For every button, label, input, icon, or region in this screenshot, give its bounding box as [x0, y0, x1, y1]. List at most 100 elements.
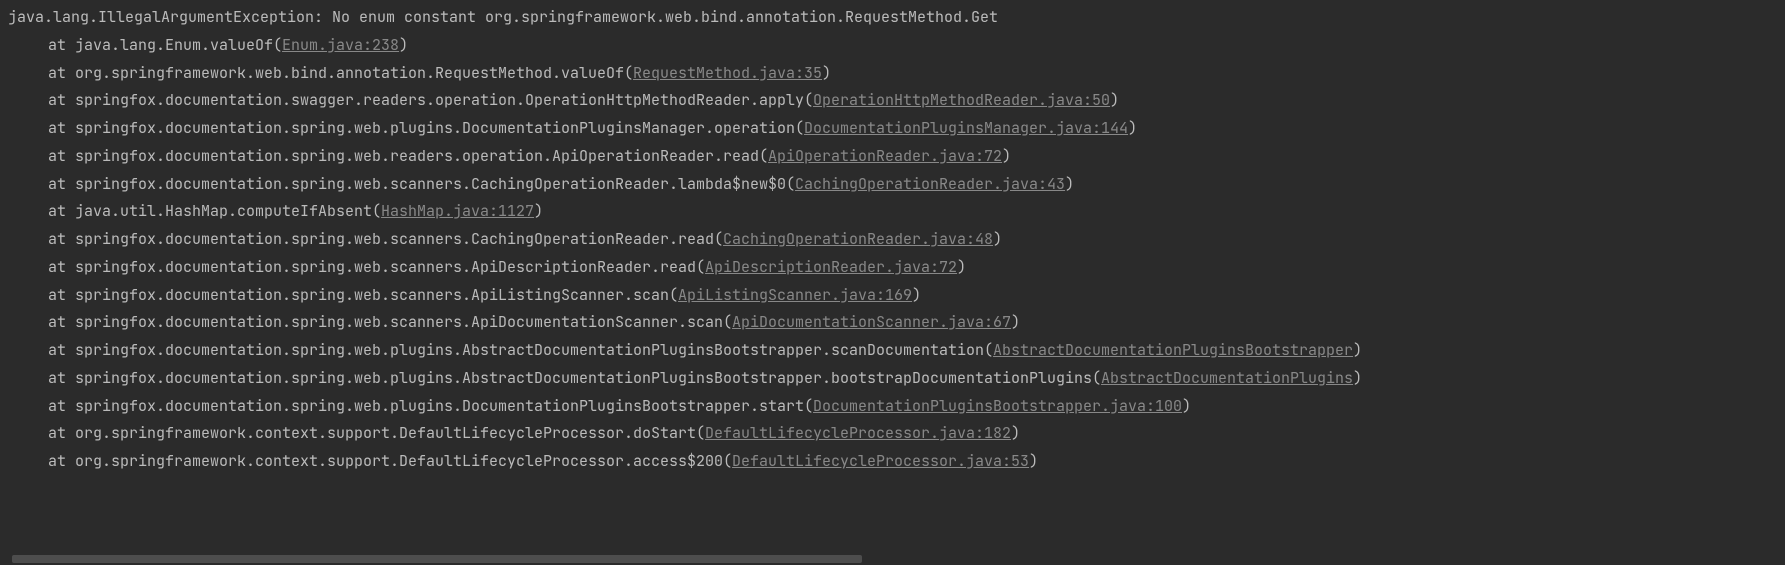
- method-path: springfox.documentation.swagger.readers.…: [75, 90, 804, 110]
- open-paren: (: [804, 90, 813, 110]
- method-path: java.util.HashMap.computeIfAbsent: [75, 201, 372, 221]
- source-link[interactable]: DefaultLifecycleProcessor.java:53: [732, 451, 1029, 471]
- close-paren: ): [957, 257, 966, 277]
- source-link[interactable]: CachingOperationReader.java:48: [723, 229, 993, 249]
- at-keyword: at: [48, 174, 75, 194]
- source-link[interactable]: DefaultLifecycleProcessor.java:182: [705, 423, 1011, 443]
- source-link[interactable]: AbstractDocumentationPlugins: [1101, 368, 1353, 388]
- close-paren: ): [1128, 118, 1137, 138]
- stack-frame: at springfox.documentation.swagger.reade…: [8, 87, 1785, 115]
- method-path: springfox.documentation.spring.web.plugi…: [75, 368, 1092, 388]
- at-keyword: at: [48, 368, 75, 388]
- source-link[interactable]: ApiDocumentationScanner.java:67: [732, 312, 1011, 332]
- source-link[interactable]: ApiOperationReader.java:72: [768, 146, 1002, 166]
- stack-frame: at java.lang.Enum.valueOf(Enum.java:238): [8, 32, 1785, 60]
- at-keyword: at: [48, 285, 75, 305]
- at-keyword: at: [48, 63, 75, 83]
- source-link[interactable]: CachingOperationReader.java:43: [795, 174, 1065, 194]
- stack-frames: at java.lang.Enum.valueOf(Enum.java:238)…: [8, 32, 1785, 476]
- stack-frame: at springfox.documentation.spring.web.pl…: [8, 115, 1785, 143]
- at-keyword: at: [48, 118, 75, 138]
- method-path: springfox.documentation.spring.web.scann…: [75, 229, 714, 249]
- close-paren: ): [1065, 174, 1074, 194]
- close-paren: ): [399, 35, 408, 55]
- exception-message: java.lang.IllegalArgumentException: No e…: [8, 4, 1785, 32]
- stack-frame: at springfox.documentation.spring.web.pl…: [8, 337, 1785, 365]
- open-paren: (: [795, 118, 804, 138]
- stack-frame: at springfox.documentation.spring.web.pl…: [8, 393, 1785, 421]
- stack-frame: at springfox.documentation.spring.web.sc…: [8, 309, 1785, 337]
- at-keyword: at: [48, 90, 75, 110]
- method-path: springfox.documentation.spring.web.plugi…: [75, 396, 804, 416]
- method-path: springfox.documentation.spring.web.plugi…: [75, 118, 795, 138]
- source-link[interactable]: AbstractDocumentationPluginsBootstrapper: [993, 340, 1353, 360]
- at-keyword: at: [48, 201, 75, 221]
- close-paren: ): [1011, 312, 1020, 332]
- source-link[interactable]: Enum.java:238: [282, 35, 399, 55]
- method-path: springfox.documentation.spring.web.scann…: [75, 285, 669, 305]
- close-paren: ): [1002, 146, 1011, 166]
- source-link[interactable]: DocumentationPluginsBootstrapper.java:10…: [813, 396, 1182, 416]
- stack-frame: at springfox.documentation.spring.web.sc…: [8, 226, 1785, 254]
- close-paren: ): [534, 201, 543, 221]
- stack-frame: at org.springframework.context.support.D…: [8, 448, 1785, 476]
- method-path: java.lang.Enum.valueOf: [75, 35, 273, 55]
- stack-frame: at springfox.documentation.spring.web.sc…: [8, 171, 1785, 199]
- stack-frame: at springfox.documentation.spring.web.sc…: [8, 254, 1785, 282]
- open-paren: (: [984, 340, 993, 360]
- source-link[interactable]: RequestMethod.java:35: [633, 63, 822, 83]
- close-paren: ): [912, 285, 921, 305]
- at-keyword: at: [48, 146, 75, 166]
- method-path: springfox.documentation.spring.web.reade…: [75, 146, 759, 166]
- stack-frame: at springfox.documentation.spring.web.sc…: [8, 282, 1785, 310]
- at-keyword: at: [48, 312, 75, 332]
- open-paren: (: [669, 285, 678, 305]
- at-keyword: at: [48, 229, 75, 249]
- open-paren: (: [786, 174, 795, 194]
- method-path: org.springframework.context.support.Defa…: [75, 451, 723, 471]
- stacktrace-console: java.lang.IllegalArgumentException: No e…: [8, 4, 1785, 486]
- source-link[interactable]: HashMap.java:1127: [381, 201, 534, 221]
- horizontal-scrollbar-track[interactable]: [0, 553, 1785, 565]
- method-path: springfox.documentation.spring.web.scann…: [75, 174, 786, 194]
- open-paren: (: [372, 201, 381, 221]
- partial-stack-line: [8, 476, 1785, 486]
- open-paren: (: [804, 396, 813, 416]
- close-paren: ): [1029, 451, 1038, 471]
- close-paren: ): [1353, 368, 1362, 388]
- at-keyword: at: [48, 451, 75, 471]
- open-paren: (: [696, 257, 705, 277]
- horizontal-scrollbar-thumb[interactable]: [12, 555, 862, 563]
- stack-frame: at org.springframework.web.bind.annotati…: [8, 60, 1785, 88]
- source-link[interactable]: ApiDescriptionReader.java:72: [705, 257, 957, 277]
- close-paren: ): [1110, 90, 1119, 110]
- open-paren: (: [723, 451, 732, 471]
- open-paren: (: [723, 312, 732, 332]
- source-link[interactable]: DocumentationPluginsManager.java:144: [804, 118, 1128, 138]
- method-path: springfox.documentation.spring.web.scann…: [75, 312, 723, 332]
- source-link[interactable]: OperationHttpMethodReader.java:50: [813, 90, 1110, 110]
- source-link[interactable]: ApiListingScanner.java:169: [678, 285, 912, 305]
- open-paren: (: [624, 63, 633, 83]
- close-paren: ): [1353, 340, 1362, 360]
- close-paren: ): [1011, 423, 1020, 443]
- stack-frame: at java.util.HashMap.computeIfAbsent(Has…: [8, 198, 1785, 226]
- method-path: springfox.documentation.spring.web.scann…: [75, 257, 696, 277]
- method-path: springfox.documentation.spring.web.plugi…: [75, 340, 984, 360]
- at-keyword: at: [48, 257, 75, 277]
- stack-frame: at springfox.documentation.spring.web.re…: [8, 143, 1785, 171]
- open-paren: (: [696, 423, 705, 443]
- close-paren: ): [993, 229, 1002, 249]
- close-paren: ): [1182, 396, 1191, 416]
- stack-frame: at org.springframework.context.support.D…: [8, 420, 1785, 448]
- stack-frame: at springfox.documentation.spring.web.pl…: [8, 365, 1785, 393]
- at-keyword: at: [48, 340, 75, 360]
- method-path: org.springframework.context.support.Defa…: [75, 423, 696, 443]
- method-path: org.springframework.web.bind.annotation.…: [75, 63, 624, 83]
- at-keyword: at: [48, 35, 75, 55]
- open-paren: (: [1092, 368, 1101, 388]
- at-keyword: at: [48, 396, 75, 416]
- at-keyword: at: [48, 423, 75, 443]
- close-paren: ): [822, 63, 831, 83]
- open-paren: (: [759, 146, 768, 166]
